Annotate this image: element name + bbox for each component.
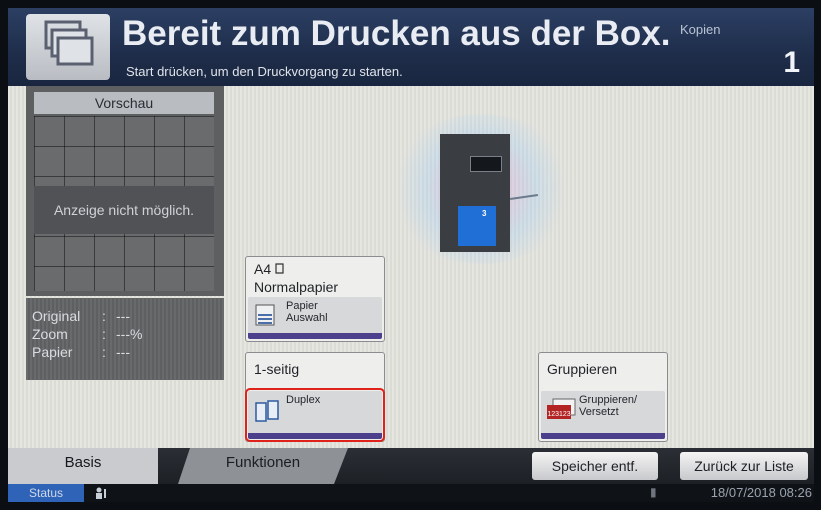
info-separator: : <box>102 308 106 324</box>
info-label: Papier <box>32 344 73 360</box>
job-info: Original : --- Zoom : ---% Papier : --- <box>26 298 224 380</box>
info-label: Original <box>32 308 81 324</box>
user-icon <box>96 487 106 499</box>
printer-illustration: 3 <box>386 114 576 264</box>
paper-size: A4 <box>254 261 272 277</box>
back-to-list-button[interactable]: Zurück zur Liste <box>680 452 808 480</box>
page-title: Bereit zum Drucken aus der Box. <box>122 14 671 53</box>
indicator-icon: ▮ <box>650 485 657 499</box>
bottom-bar: Basis Funktionen Speicher entf. Zurück z… <box>8 448 814 484</box>
info-value: ---% <box>116 326 143 342</box>
info-value: --- <box>116 344 130 360</box>
paper-tray[interactable] <box>458 206 496 246</box>
duplex-option[interactable]: 1-seitig Duplex <box>245 352 385 442</box>
info-row-original: Original : --- <box>32 308 130 324</box>
header-bar: Bereit zum Drucken aus der Box. Start dr… <box>8 8 814 86</box>
copies-label: Kopien <box>680 22 721 37</box>
tray-number: 3 <box>482 209 487 218</box>
tab-basis[interactable]: Basis <box>8 448 158 484</box>
paper-tray-icon <box>255 304 275 326</box>
status-button[interactable]: Status <box>8 484 84 502</box>
preview-panel: Vorschau Anzeige nicht möglich. <box>26 86 224 296</box>
preview-title: Vorschau <box>34 92 214 114</box>
paper-type-label: Normalpapier <box>254 279 339 295</box>
paper-option[interactable]: A4 Normalpapier Papier Auswahl <box>245 256 385 342</box>
preview-message: Anzeige nicht möglich. <box>34 186 214 234</box>
printer-panel <box>470 156 502 172</box>
collate-offset-button[interactable]: 123123 Gruppieren/ Versetzt <box>541 391 665 439</box>
duplex-button[interactable]: Duplex <box>245 388 385 442</box>
status-bar: Status ▮ 18/07/2018 08:26 <box>8 484 814 502</box>
collate-offset-text: Gruppieren/ Versetzt <box>579 394 638 418</box>
paper-size-label: A4 <box>254 261 284 277</box>
paper-selection-text: Papier Auswahl <box>286 300 328 324</box>
portrait-page-icon <box>275 263 284 274</box>
collate-icon: 123123 <box>547 398 576 419</box>
collate-icon-text: 123123 <box>547 411 570 418</box>
info-row-zoom: Zoom : ---% <box>32 326 142 342</box>
collate-current-label: Gruppieren <box>547 361 618 377</box>
document-box-icon <box>26 14 110 80</box>
duplex-current-label: 1-seitig <box>254 361 300 377</box>
info-row-paper: Papier : --- <box>32 344 130 360</box>
touch-screen: Bereit zum Drucken aus der Box. Start dr… <box>8 8 814 502</box>
tab-funktionen[interactable]: Funktionen <box>178 448 348 484</box>
collate-option[interactable]: Gruppieren 123123 Gruppieren/ Versetzt <box>538 352 668 442</box>
copies-count[interactable]: 1 <box>783 46 800 80</box>
info-separator: : <box>102 326 106 342</box>
date-time: 18/07/2018 08:26 <box>710 485 812 500</box>
duplex-icon <box>255 400 279 422</box>
paper-selection-button[interactable]: Papier Auswahl <box>248 297 382 339</box>
info-value: --- <box>116 308 130 324</box>
delete-memory-button[interactable]: Speicher entf. <box>532 452 658 480</box>
main-panel: Vorschau Anzeige nicht möglich. Original… <box>8 86 814 448</box>
info-separator: : <box>102 344 106 360</box>
info-label: Zoom <box>32 326 68 342</box>
duplex-text: Duplex <box>286 394 321 406</box>
page-subtitle: Start drücken, um den Druckvorgang zu st… <box>126 64 403 79</box>
